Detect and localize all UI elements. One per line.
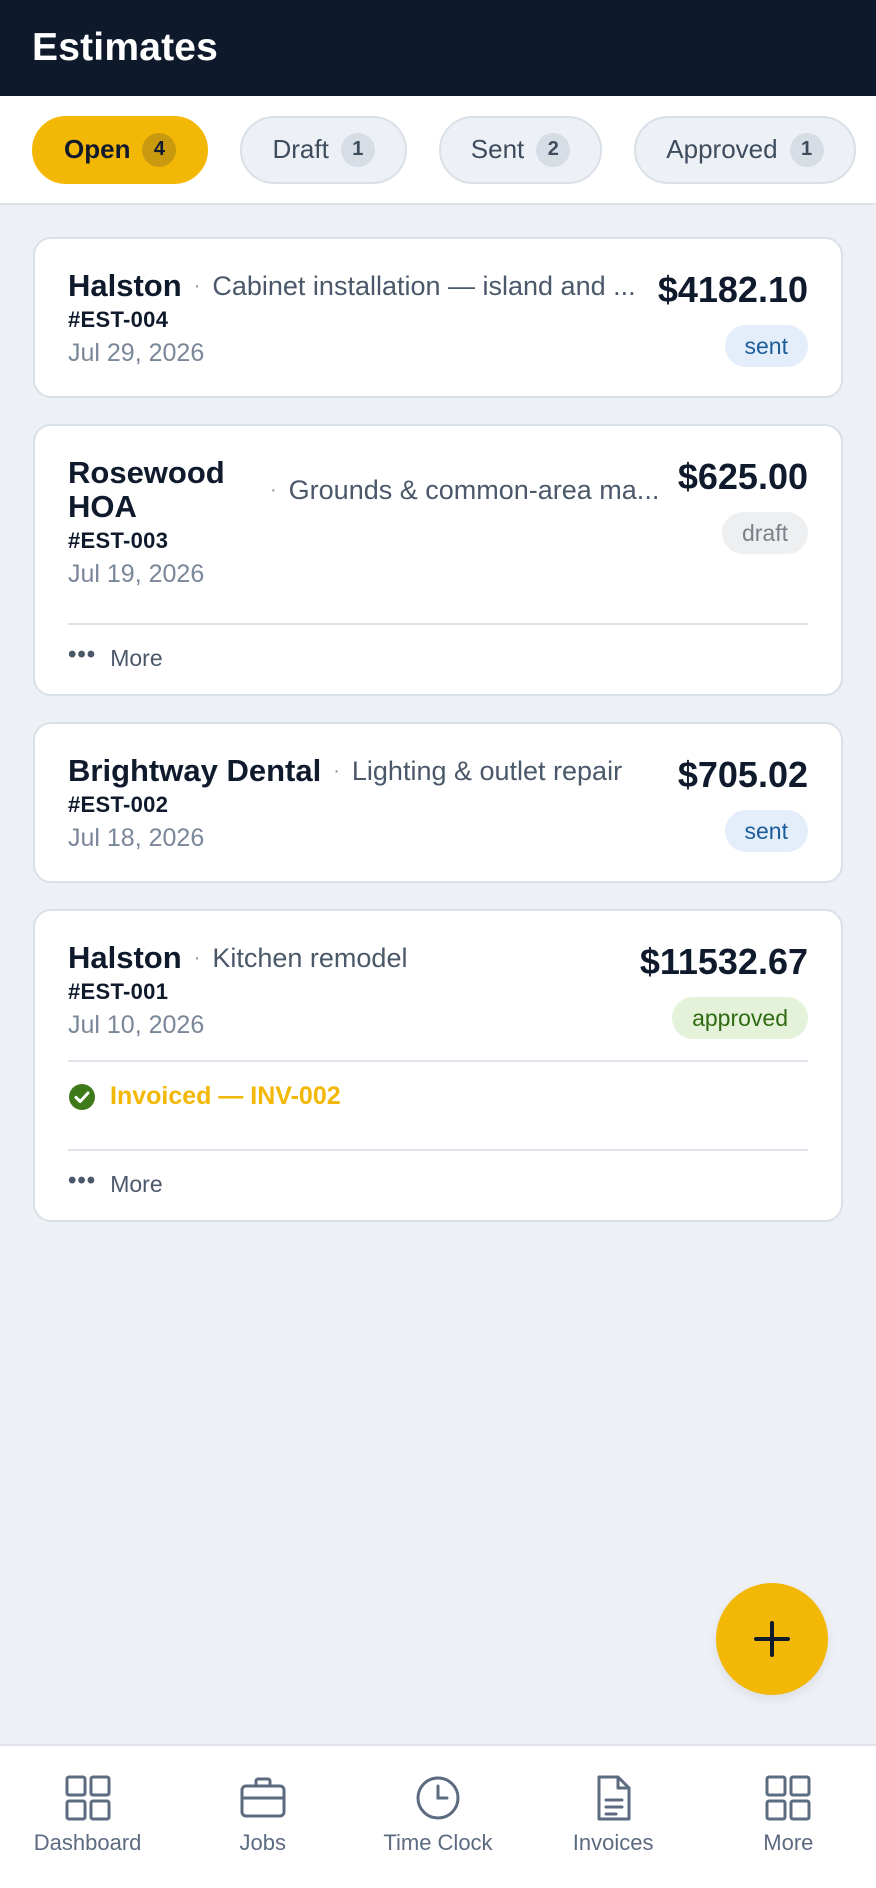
estimate-card[interactable]: Halston · Cabinet installation — island …: [33, 237, 843, 398]
more-label: More: [110, 645, 163, 671]
separator-dot: ·: [333, 759, 340, 782]
filter-chip-count: 1: [789, 132, 824, 167]
clock-icon: [416, 1776, 460, 1820]
grid-icon: [765, 1775, 811, 1821]
status-filter-bar: Open 4 Draft 1 Sent 2 Approved 1: [0, 96, 876, 205]
more-label: More: [110, 1171, 163, 1197]
add-estimate-button[interactable]: [716, 1583, 828, 1695]
estimate-description: Grounds & common-area ma...: [288, 474, 660, 505]
estimate-list: Halston · Cabinet installation — island …: [0, 205, 876, 1222]
nav-label: Dashboard: [33, 1830, 142, 1855]
filter-chip-count: 2: [536, 132, 571, 167]
nav-label: Jobs: [239, 1830, 287, 1855]
estimate-card[interactable]: Halston · Kitchen remodel #EST-001 Jul 1…: [33, 909, 843, 1222]
estimate-amount: $11532.67: [639, 941, 808, 982]
status-badge: approved: [672, 997, 808, 1039]
nav-item-time-clock[interactable]: Time Clock: [358, 1774, 518, 1856]
estimate-number: #EST-003: [68, 528, 169, 553]
separator-dot: ·: [193, 274, 201, 297]
client-name: Brightway Dental: [68, 753, 322, 788]
nav-item-invoices[interactable]: Invoices: [533, 1774, 693, 1856]
bottom-navigation: Dashboard Jobs Time Clock Invoices More: [0, 1744, 876, 1888]
estimate-description: Lighting & outlet repair: [351, 755, 623, 786]
status-badge: sent: [724, 810, 808, 852]
separator-dot: ·: [193, 946, 201, 969]
estimate-description: Kitchen remodel: [212, 942, 408, 973]
estimate-date: Jul 10, 2026: [68, 1011, 205, 1039]
nav-label: Time Clock: [383, 1830, 493, 1855]
estimate-date: Jul 19, 2026: [68, 560, 205, 588]
separator-dot: ·: [270, 478, 277, 501]
nav-label: Invoices: [572, 1830, 654, 1855]
filter-chip-label: Draft: [272, 134, 329, 164]
estimate-date: Jul 29, 2026: [68, 339, 205, 367]
filter-chip-count: 1: [340, 132, 375, 167]
client-name: Halston: [68, 268, 182, 303]
more-actions-button[interactable]: ••• More: [68, 625, 808, 672]
filter-chip-label: Sent: [470, 134, 525, 164]
filter-chip-label: Open: [64, 134, 131, 164]
estimate-number: #EST-002: [68, 792, 169, 817]
estimate-date: Jul 18, 2026: [68, 824, 205, 852]
page-title: Estimates: [32, 26, 219, 69]
briefcase-icon: [240, 1777, 286, 1818]
more-dots-icon: •••: [68, 1166, 97, 1194]
invoiced-label: Invoiced — INV-002: [110, 1082, 341, 1110]
filter-chip-label: Approved: [666, 134, 778, 164]
filter-chip-approved[interactable]: Approved 1: [634, 115, 856, 184]
filter-chip-sent[interactable]: Sent 2: [438, 115, 603, 184]
estimate-number: #EST-001: [68, 979, 169, 1004]
filter-chip-open[interactable]: Open 4: [32, 115, 209, 184]
estimate-amount: $625.00: [677, 456, 808, 497]
estimate-card[interactable]: Brightway Dental · Lighting & outlet rep…: [33, 722, 843, 883]
estimate-amount: $4182.10: [657, 269, 808, 310]
estimate-amount: $705.02: [677, 754, 808, 795]
estimate-number: #EST-004: [68, 307, 169, 332]
grid-icon: [65, 1775, 111, 1821]
nav-item-more[interactable]: More: [708, 1774, 868, 1856]
estimate-card[interactable]: Rosewood HOA · Grounds & common-area ma.…: [33, 424, 843, 696]
document-icon: [597, 1775, 631, 1821]
client-name: Rosewood HOA: [68, 455, 225, 524]
filter-chip-count: 4: [142, 132, 177, 167]
check-circle-icon: [69, 1083, 95, 1110]
filter-chip-draft[interactable]: Draft 1: [240, 115, 407, 184]
invoiced-link[interactable]: Invoiced — INV-002: [68, 1062, 808, 1149]
nav-label: More: [763, 1830, 814, 1855]
more-actions-button[interactable]: ••• More: [68, 1151, 808, 1198]
app-header: Estimates: [0, 0, 876, 96]
estimates-screen: Estimates Open 4 Draft 1 Sent 2 Approved…: [0, 0, 876, 1888]
nav-item-dashboard[interactable]: Dashboard: [8, 1774, 168, 1856]
plus-icon: [754, 1621, 790, 1657]
status-badge: sent: [724, 325, 808, 367]
status-badge: draft: [721, 512, 808, 554]
nav-item-jobs[interactable]: Jobs: [183, 1774, 343, 1856]
client-name: Halston: [68, 940, 182, 975]
more-dots-icon: •••: [68, 640, 97, 668]
estimate-description: Cabinet installation — island and ...: [212, 270, 636, 301]
